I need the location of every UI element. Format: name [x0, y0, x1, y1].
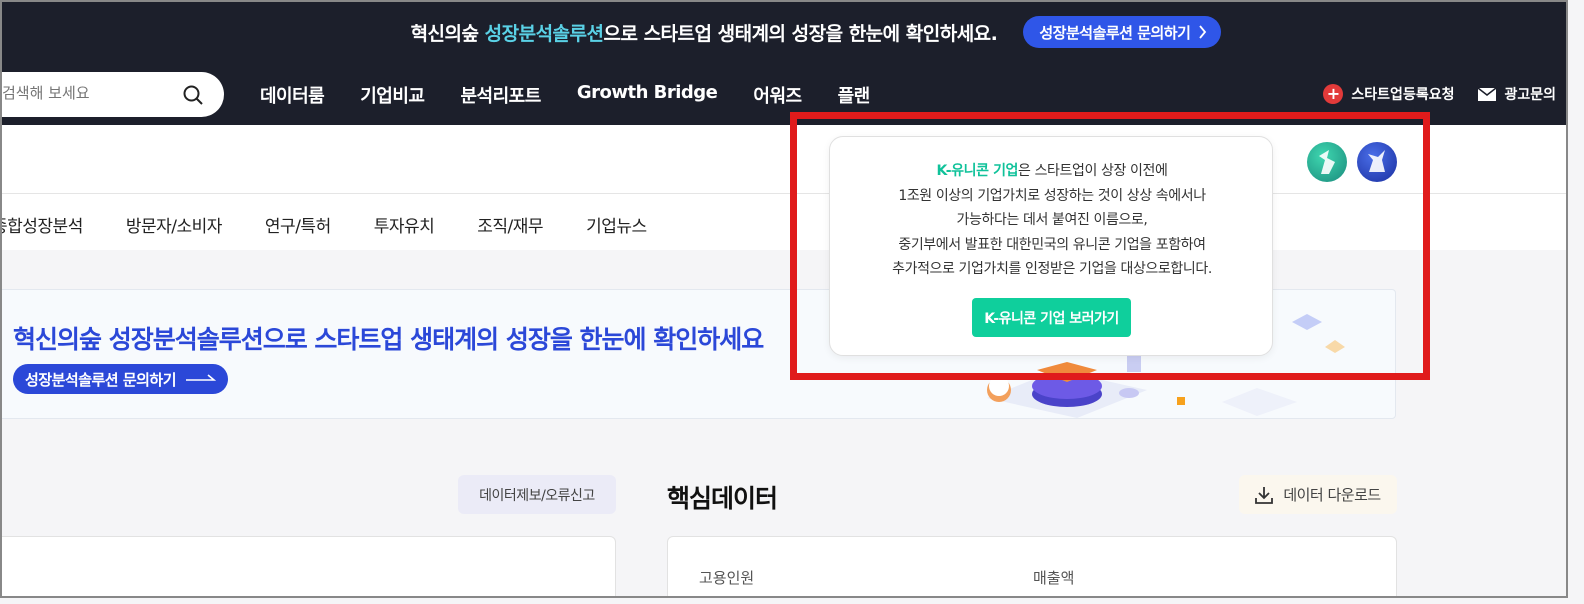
ad-inquiry-link[interactable]: 광고문의	[1478, 84, 1556, 104]
promo-inquiry-button[interactable]: 성장분석솔루션 문의하기	[1023, 16, 1222, 48]
promo-text-highlight: 성장분석솔루션	[484, 22, 604, 45]
register-label: 스타트업등록요청	[1351, 87, 1455, 103]
tab-investment[interactable]: 투자유치	[374, 212, 435, 237]
tab-overall-growth[interactable]: 종합성장분석	[2, 212, 83, 237]
search-input[interactable]	[2, 84, 152, 102]
nav-item-reports[interactable]: 분석리포트	[461, 82, 542, 108]
left-card	[2, 536, 616, 596]
nav-item-growth-bridge[interactable]: Growth Bridge	[577, 82, 718, 108]
nav-item-awards[interactable]: 어워즈	[753, 82, 802, 108]
core-data-card: 고용인원 매출액	[667, 536, 1397, 596]
search-icon[interactable]	[182, 84, 204, 106]
red-highlight-box	[790, 112, 1430, 380]
banner-inquiry-button[interactable]: 성장분석솔루션 문의하기	[13, 364, 229, 394]
download-label: 데이터 다운로드	[1283, 486, 1381, 504]
data-report-button[interactable]: 데이터제보/오류신고	[458, 475, 616, 514]
tab-company-news[interactable]: 기업뉴스	[586, 212, 647, 237]
data-download-button[interactable]: 데이터 다운로드	[1239, 475, 1397, 514]
chevron-right-icon	[1199, 25, 1207, 39]
download-icon	[1255, 486, 1274, 504]
tab-visitors[interactable]: 방문자/소비자	[126, 212, 223, 237]
banner-button-label: 성장분석솔루션 문의하기	[25, 370, 177, 389]
arrow-right-icon	[186, 374, 217, 381]
tab-organization-finance[interactable]: 조직/재무	[477, 212, 543, 237]
promo-text-after: 으로 스타트업 생태계의 성장을 한눈에 확인하세요.	[603, 22, 998, 45]
promo-button-label: 성장분석솔루션 문의하기	[1039, 23, 1191, 42]
ad-label: 광고문의	[1504, 87, 1556, 103]
nav-item-compare[interactable]: 기업비교	[360, 82, 425, 108]
company-tabs: 종합성장분석 방문자/소비자 연구/특허 투자유치 조직/재무 기업뉴스	[2, 212, 690, 237]
employees-label: 고용인원	[699, 569, 755, 587]
mail-icon	[1478, 87, 1497, 101]
search-box[interactable]	[2, 72, 224, 117]
promo-text: 혁신의숲 성장분석솔루션으로 스타트업 생태계의 성장을 한눈에 확인하세요.	[411, 19, 998, 46]
banner-title: 혁신의숲 성장분석솔루션으로 스타트업 생태계의 성장을 한눈에 확인하세요	[13, 325, 764, 354]
promo-text-before: 혁신의숲	[410, 22, 485, 45]
register-startup-link[interactable]: + 스타트업등록요청	[1323, 84, 1454, 104]
nav-item-dataroom[interactable]: 데이터룸	[260, 82, 325, 108]
plus-circle-icon: +	[1323, 84, 1344, 104]
nav-right: + 스타트업등록요청 광고문의	[1323, 84, 1556, 104]
core-data-title: 핵심데이터	[667, 484, 778, 513]
tab-research-patents[interactable]: 연구/특허	[265, 212, 331, 237]
nav-menu: 데이터룸 기업비교 분석리포트 Growth Bridge 어워즈 플랜	[260, 82, 906, 108]
promo-bar: 혁신의숲 성장분석솔루션으로 스타트업 생태계의 성장을 한눈에 확인하세요. …	[2, 2, 1566, 62]
revenue-label: 매출액	[1033, 569, 1075, 587]
browser-frame: 혁신의숲 성장분석솔루션으로 스타트업 생태계의 성장을 한눈에 확인하세요. …	[0, 0, 1568, 598]
nav-item-plan[interactable]: 플랜	[838, 82, 871, 108]
